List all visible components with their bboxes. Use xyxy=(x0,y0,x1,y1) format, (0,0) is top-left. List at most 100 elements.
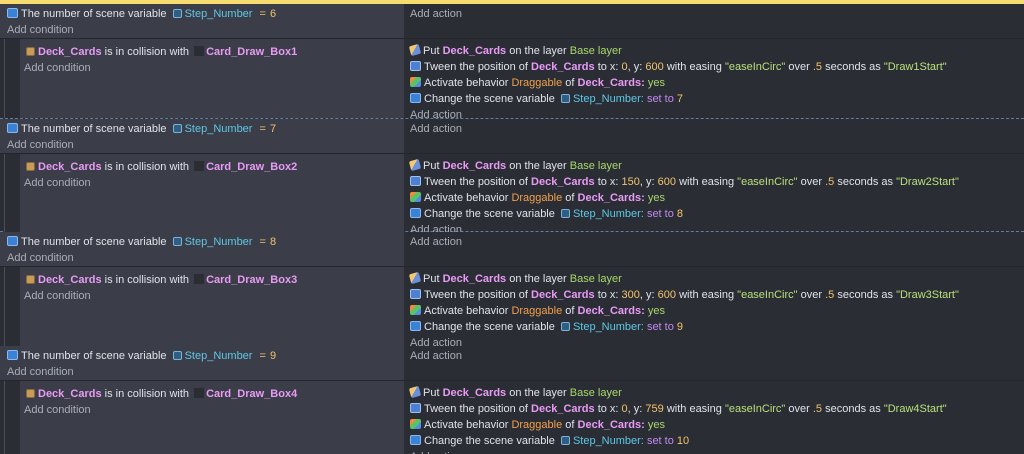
action-put-layer[interactable]: Put Deck_Cards on the layer Base layer xyxy=(408,271,622,287)
variable-name[interactable]: Step_Number: xyxy=(573,321,644,333)
object-name[interactable]: Deck_Cards xyxy=(443,387,507,399)
new-value[interactable]: 8 xyxy=(677,208,683,220)
tween-identifier[interactable]: "Draw2Start" xyxy=(896,176,959,188)
layer-name[interactable]: Base layer xyxy=(570,45,622,57)
parent-actions-panel[interactable]: Add action xyxy=(404,119,1024,153)
action-change-variable[interactable]: Change the scene variable Step_Number: s… xyxy=(410,91,683,107)
add-condition-link[interactable]: Add condition xyxy=(7,22,74,38)
easing-value[interactable]: "easeInCirc" xyxy=(737,289,797,301)
tween-x-value[interactable]: 150 xyxy=(622,176,640,188)
tween-identifier[interactable]: "Draw1Start" xyxy=(884,61,947,73)
object-name[interactable]: Deck_Cards xyxy=(38,274,102,286)
action-tween[interactable]: Tween the position of Deck_Cards to x: 3… xyxy=(410,287,959,303)
collision-target-name[interactable]: Card_Draw_Box4 xyxy=(206,388,297,400)
behavior-value[interactable]: yes xyxy=(648,419,665,431)
variable-value[interactable]: 7 xyxy=(270,123,276,135)
action-tween[interactable]: Tween the position of Deck_Cards to x: 0… xyxy=(410,401,947,417)
tween-y-value[interactable]: 759 xyxy=(645,403,663,415)
tween-identifier[interactable]: "Draw3Start" xyxy=(896,289,959,301)
action-tween[interactable]: Tween the position of Deck_Cards to x: 0… xyxy=(410,59,947,75)
add-condition-link[interactable]: Add condition xyxy=(7,364,74,380)
duration-value[interactable]: .5 xyxy=(825,176,834,188)
duration-value[interactable]: .5 xyxy=(813,61,822,73)
sub-event-actions-panel[interactable]: Put Deck_Cards on the layer Base layer T… xyxy=(404,38,1024,121)
easing-value[interactable]: "easeInCirc" xyxy=(737,176,797,188)
variable-value[interactable]: 6 xyxy=(270,8,276,20)
event-block[interactable]: The number of scene variable Step_Number… xyxy=(0,118,1024,236)
new-value[interactable]: 9 xyxy=(677,321,683,333)
variable-name[interactable]: Step_Number xyxy=(185,350,253,362)
behavior-value[interactable]: yes xyxy=(648,77,665,89)
easing-value[interactable]: "easeInCirc" xyxy=(725,403,785,415)
variable-value[interactable]: 9 xyxy=(270,350,276,362)
action-put-layer[interactable]: Put Deck_Cards on the layer Base layer xyxy=(408,43,622,59)
easing-value[interactable]: "easeInCirc" xyxy=(725,61,785,73)
object-name[interactable]: Deck_Cards: xyxy=(578,305,645,317)
add-action-link[interactable]: Add action xyxy=(410,121,462,137)
object-name[interactable]: Deck_Cards xyxy=(38,46,102,58)
action-activate-behavior[interactable]: Activate behavior Draggable of Deck_Card… xyxy=(410,303,665,319)
layer-name[interactable]: Base layer xyxy=(570,387,622,399)
action-change-variable[interactable]: Change the scene variable Step_Number: s… xyxy=(410,206,683,222)
event-block[interactable]: The number of scene variable Step_Number… xyxy=(0,4,1024,121)
sub-event-condition-panel[interactable]: Deck_Cards is in collision with Card_Dra… xyxy=(20,266,404,346)
event-block[interactable]: The number of scene variable Step_Number… xyxy=(0,232,1024,349)
variable-name[interactable]: Step_Number xyxy=(185,8,253,20)
object-name[interactable]: Deck_Cards xyxy=(443,273,507,285)
parent-condition-panel[interactable]: The number of scene variable Step_Number… xyxy=(0,232,404,266)
sub-event-actions-panel[interactable]: Put Deck_Cards on the layer Base layer T… xyxy=(404,380,1024,454)
add-action-link[interactable]: Add action xyxy=(410,6,462,22)
new-value[interactable]: 7 xyxy=(677,93,683,105)
variable-name[interactable]: Step_Number: xyxy=(573,435,644,447)
behavior-name[interactable]: Draggable xyxy=(511,192,562,204)
variable-value[interactable]: 8 xyxy=(270,236,276,248)
tween-y-value[interactable]: 600 xyxy=(645,61,663,73)
add-action-link[interactable]: Add action xyxy=(410,234,462,250)
parent-actions-panel[interactable]: Add action xyxy=(404,232,1024,266)
tween-identifier[interactable]: "Draw4Start" xyxy=(884,403,947,415)
parent-condition-panel[interactable]: The number of scene variable Step_Number… xyxy=(0,4,404,38)
variable-name[interactable]: Step_Number xyxy=(185,123,253,135)
action-activate-behavior[interactable]: Activate behavior Draggable of Deck_Card… xyxy=(410,75,665,91)
tween-x-value[interactable]: 300 xyxy=(622,289,640,301)
add-action-link[interactable]: Add action xyxy=(410,348,462,364)
layer-name[interactable]: Base layer xyxy=(570,273,622,285)
collision-target-name[interactable]: Card_Draw_Box3 xyxy=(206,274,297,286)
add-condition-link[interactable]: Add condition xyxy=(7,250,74,266)
action-activate-behavior[interactable]: Activate behavior Draggable of Deck_Card… xyxy=(410,190,665,206)
action-change-variable[interactable]: Change the scene variable Step_Number: s… xyxy=(410,433,689,449)
variable-name[interactable]: Step_Number: xyxy=(573,93,644,105)
object-name[interactable]: Deck_Cards: xyxy=(578,77,645,89)
variable-name[interactable]: Step_Number xyxy=(185,236,253,248)
object-name[interactable]: Deck_Cards xyxy=(38,161,102,173)
object-name[interactable]: Deck_Cards xyxy=(38,388,102,400)
object-name[interactable]: Deck_Cards: xyxy=(578,419,645,431)
duration-value[interactable]: .5 xyxy=(825,289,834,301)
behavior-value[interactable]: yes xyxy=(648,192,665,204)
sub-event-condition-panel[interactable]: Deck_Cards is in collision with Card_Dra… xyxy=(20,380,404,454)
behavior-value[interactable]: yes xyxy=(648,305,665,317)
object-name[interactable]: Deck_Cards xyxy=(531,176,595,188)
sub-event-condition-panel[interactable]: Deck_Cards is in collision with Card_Dra… xyxy=(20,153,404,233)
add-condition-link[interactable]: Add condition xyxy=(24,175,91,191)
add-action-link[interactable]: Add action xyxy=(410,449,462,454)
sub-event-actions-panel[interactable]: Put Deck_Cards on the layer Base layer T… xyxy=(404,153,1024,236)
object-name[interactable]: Deck_Cards xyxy=(531,61,595,73)
collision-target-name[interactable]: Card_Draw_Box1 xyxy=(206,46,297,58)
parent-condition-panel[interactable]: The number of scene variable Step_Number… xyxy=(0,346,404,380)
action-change-variable[interactable]: Change the scene variable Step_Number: s… xyxy=(410,319,683,335)
add-condition-link[interactable]: Add condition xyxy=(24,288,91,304)
parent-condition-panel[interactable]: The number of scene variable Step_Number… xyxy=(0,119,404,153)
tween-y-value[interactable]: 600 xyxy=(658,176,676,188)
sub-event-actions-panel[interactable]: Put Deck_Cards on the layer Base layer T… xyxy=(404,266,1024,349)
behavior-name[interactable]: Draggable xyxy=(511,305,562,317)
collision-target-name[interactable]: Card_Draw_Box2 xyxy=(206,161,297,173)
layer-name[interactable]: Base layer xyxy=(570,160,622,172)
action-activate-behavior[interactable]: Activate behavior Draggable of Deck_Card… xyxy=(410,417,665,433)
object-name[interactable]: Deck_Cards xyxy=(443,45,507,57)
action-put-layer[interactable]: Put Deck_Cards on the layer Base layer xyxy=(408,385,622,401)
variable-name[interactable]: Step_Number: xyxy=(573,208,644,220)
add-condition-link[interactable]: Add condition xyxy=(24,402,91,418)
add-condition-link[interactable]: Add condition xyxy=(24,60,91,76)
sub-event-condition-panel[interactable]: Deck_Cards is in collision with Card_Dra… xyxy=(20,38,404,118)
